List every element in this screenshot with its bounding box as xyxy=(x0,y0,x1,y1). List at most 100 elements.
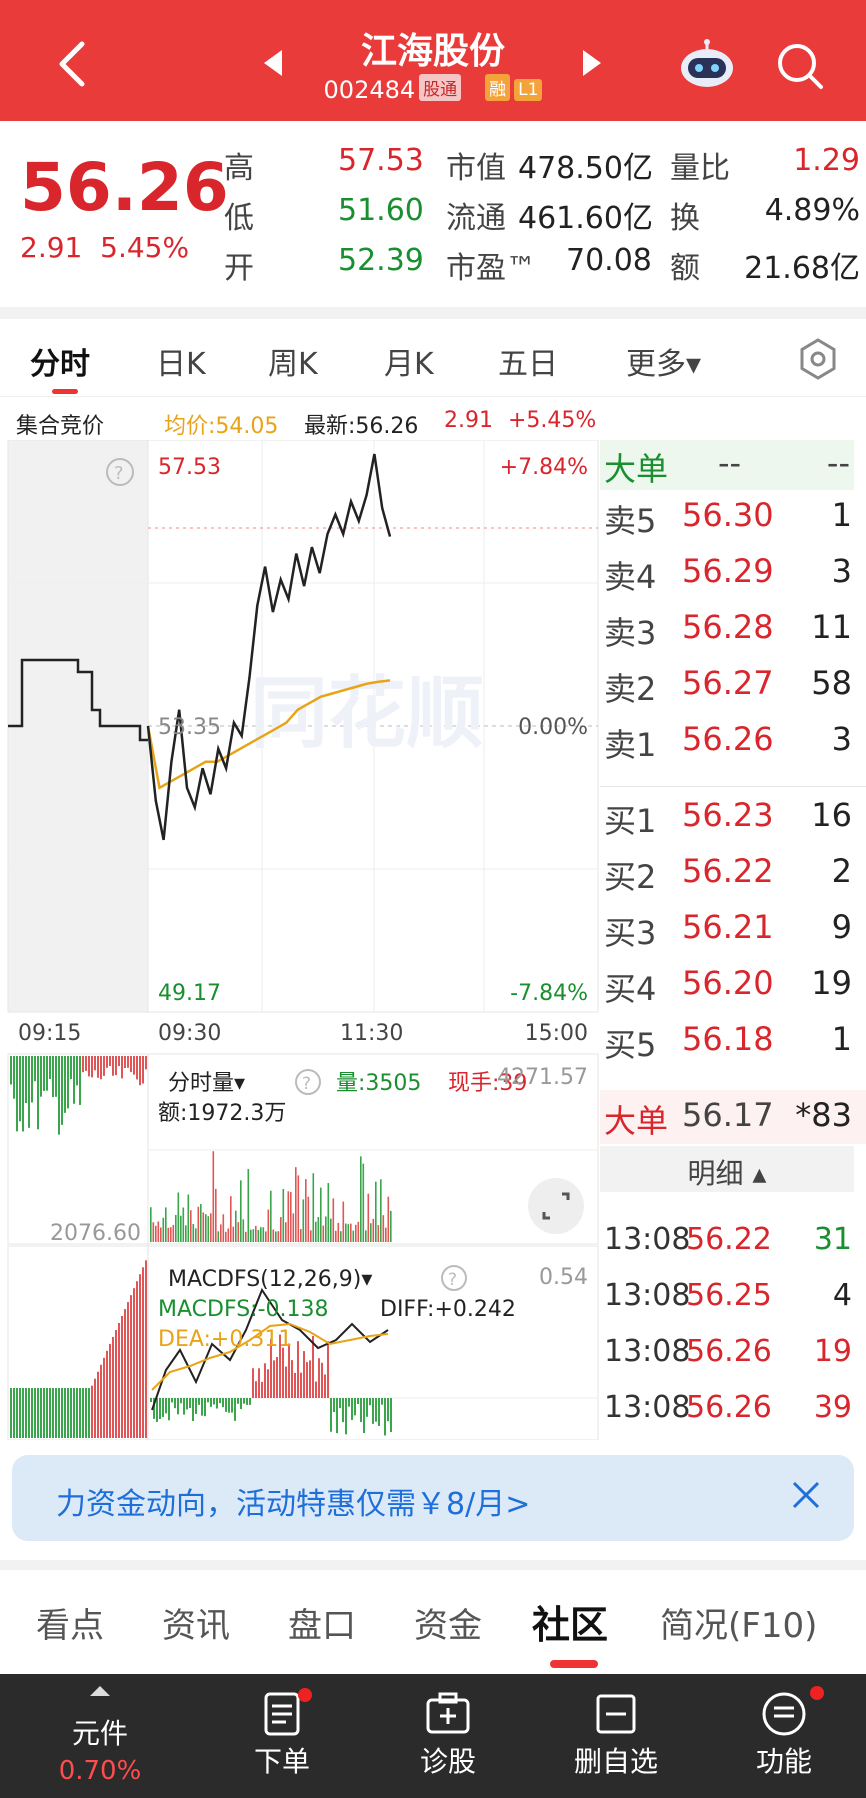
volume-help-icon[interactable]: ? xyxy=(295,1069,321,1095)
diagnose-button[interactable]: 诊股 xyxy=(368,1674,528,1798)
tab-community[interactable]: 社区 xyxy=(532,1594,608,1649)
auction-macd-bar xyxy=(31,1388,33,1438)
macd-bar xyxy=(156,1398,158,1422)
macd-bar xyxy=(255,1381,257,1398)
functions-badge xyxy=(810,1686,824,1700)
auction-macd-bar xyxy=(118,1323,120,1438)
volume-bar xyxy=(152,1222,155,1242)
macd-bar xyxy=(213,1398,215,1405)
sell-level-4[interactable]: 卖4 56.29 3 xyxy=(600,546,866,602)
auction-volume-bar xyxy=(115,1056,117,1076)
buy-level-3[interactable]: 买3 56.21 9 xyxy=(600,902,866,958)
volume-bar xyxy=(357,1221,360,1242)
volume-bar xyxy=(230,1196,232,1242)
level-price: 56.20 xyxy=(682,964,774,1002)
tag-margin: 融 xyxy=(485,74,511,101)
tag-connect: 股通 xyxy=(419,74,462,101)
tab-news[interactable]: 资讯 xyxy=(162,1598,230,1647)
tab-profile[interactable]: 简况(F10) xyxy=(660,1598,817,1647)
volume-bar xyxy=(345,1223,347,1242)
macd-title[interactable]: MACDFS(12,26,9)▾ xyxy=(168,1267,372,1292)
intraday-chart[interactable]: 同花顺 ? 57.53 53.35 49.17 +7.84% 0.00% -7.… xyxy=(0,440,600,1440)
volume-bar xyxy=(157,1221,160,1242)
auction-volume-bar xyxy=(79,1056,81,1105)
sell-level-5[interactable]: 卖5 56.30 1 xyxy=(600,490,866,546)
sector-button[interactable]: 元件 0.70% xyxy=(20,1674,180,1798)
buy-level-1[interactable]: 买1 56.23 16 xyxy=(600,790,866,846)
volratio-label: 量比 xyxy=(670,151,730,186)
volume-bar xyxy=(222,1214,225,1242)
trade-volume: 4 xyxy=(832,1278,852,1313)
axis-pct-low: -7.84% xyxy=(510,981,588,1006)
macd-bar xyxy=(351,1398,353,1420)
sell-level-3[interactable]: 卖3 56.28 11 xyxy=(600,602,866,658)
buy-level-2[interactable]: 买2 56.22 2 xyxy=(600,846,866,902)
detail-toggle[interactable]: 明细 ▴ xyxy=(600,1146,854,1192)
tab-monthly-k[interactable]: 月K xyxy=(384,339,434,383)
tab-orderbook[interactable]: 盘口 xyxy=(288,1598,356,1647)
tab-funds[interactable]: 资金 xyxy=(414,1598,482,1647)
auction-macd-bar xyxy=(139,1274,141,1438)
expand-icon[interactable] xyxy=(528,1178,584,1234)
price-line xyxy=(146,453,392,841)
macd-bar xyxy=(333,1398,335,1413)
level-volume: 58 xyxy=(811,664,852,702)
auction-macd-bar xyxy=(136,1281,138,1438)
macd-bar xyxy=(312,1336,314,1398)
promo-banner[interactable]: 力资金动向，活动特惠仅需￥8/月> xyxy=(12,1455,854,1541)
volume-bar xyxy=(362,1163,365,1242)
time-tick-3: 15:00 xyxy=(525,1021,588,1046)
tab-intraday[interactable]: 分时 xyxy=(30,339,90,383)
sell-level-2[interactable]: 卖2 56.27 58 xyxy=(600,658,866,714)
volume-bar xyxy=(382,1215,385,1242)
macd-bar xyxy=(150,1398,152,1403)
auction-macd-bar xyxy=(49,1388,51,1438)
order-button[interactable]: 下单 xyxy=(202,1674,362,1798)
close-icon[interactable] xyxy=(788,1477,824,1513)
auction-macd-bar xyxy=(16,1388,18,1438)
volume-bar xyxy=(245,1231,247,1242)
sell-level-1[interactable]: 卖1 56.26 3 xyxy=(600,714,866,770)
settings-icon[interactable] xyxy=(796,337,840,381)
macd-bar xyxy=(345,1398,347,1435)
quote-panel: 56.26 2.91 5.45% 高 57.53 低 51.60 开 52.39… xyxy=(0,121,866,307)
volume-label[interactable]: 分时量▾ xyxy=(168,1071,245,1096)
macd-bar xyxy=(387,1398,389,1422)
auction-macd-bar xyxy=(70,1388,72,1438)
axis-price-mid: 53.35 xyxy=(158,715,221,740)
functions-button[interactable]: 功能 xyxy=(704,1674,864,1798)
volume-bar xyxy=(337,1222,340,1242)
auction-volume-bar xyxy=(58,1056,60,1135)
auction-volume-bar xyxy=(112,1056,114,1076)
tab-highlights[interactable]: 看点 xyxy=(36,1598,104,1647)
macd-help-icon[interactable]: ? xyxy=(441,1265,467,1291)
auction-volume-bar xyxy=(88,1056,90,1077)
robot-assistant-icon[interactable] xyxy=(678,38,736,90)
dea-value: DEA:+0.311 xyxy=(158,1327,292,1352)
macd-bar xyxy=(171,1398,173,1403)
volume-bar xyxy=(177,1192,180,1242)
promo-text[interactable]: 力资金动向，活动特惠仅需￥8/月> xyxy=(56,1479,530,1523)
volume-bar xyxy=(170,1227,172,1242)
macd-bar xyxy=(318,1358,320,1398)
volume-bar xyxy=(210,1213,212,1242)
axis-price-high: 57.53 xyxy=(158,455,221,480)
auction-volume-bar xyxy=(13,1056,15,1099)
macd-bar xyxy=(267,1369,269,1398)
tab-daily-k[interactable]: 日K xyxy=(156,339,206,383)
search-icon[interactable] xyxy=(774,40,826,92)
volume-bar xyxy=(205,1214,207,1242)
tab-five-day[interactable]: 五日 xyxy=(498,339,558,383)
macd-bar xyxy=(210,1398,212,1407)
tab-weekly-k[interactable]: 周K xyxy=(268,339,318,383)
tab-more[interactable]: 更多▾ xyxy=(626,339,701,383)
level-price: 56.23 xyxy=(682,796,774,834)
buy-level-4[interactable]: 买4 56.20 19 xyxy=(600,958,866,1014)
auction-macd-bar xyxy=(109,1343,111,1438)
pe-value: 70.08 xyxy=(566,243,652,278)
auction-volume-bar xyxy=(82,1056,84,1073)
remove-watchlist-button[interactable]: 删自选 xyxy=(536,1674,696,1798)
buy-level-5[interactable]: 买5 56.18 1 xyxy=(600,1014,866,1070)
next-stock-icon[interactable] xyxy=(581,48,603,78)
level-volume: 9 xyxy=(831,908,852,946)
